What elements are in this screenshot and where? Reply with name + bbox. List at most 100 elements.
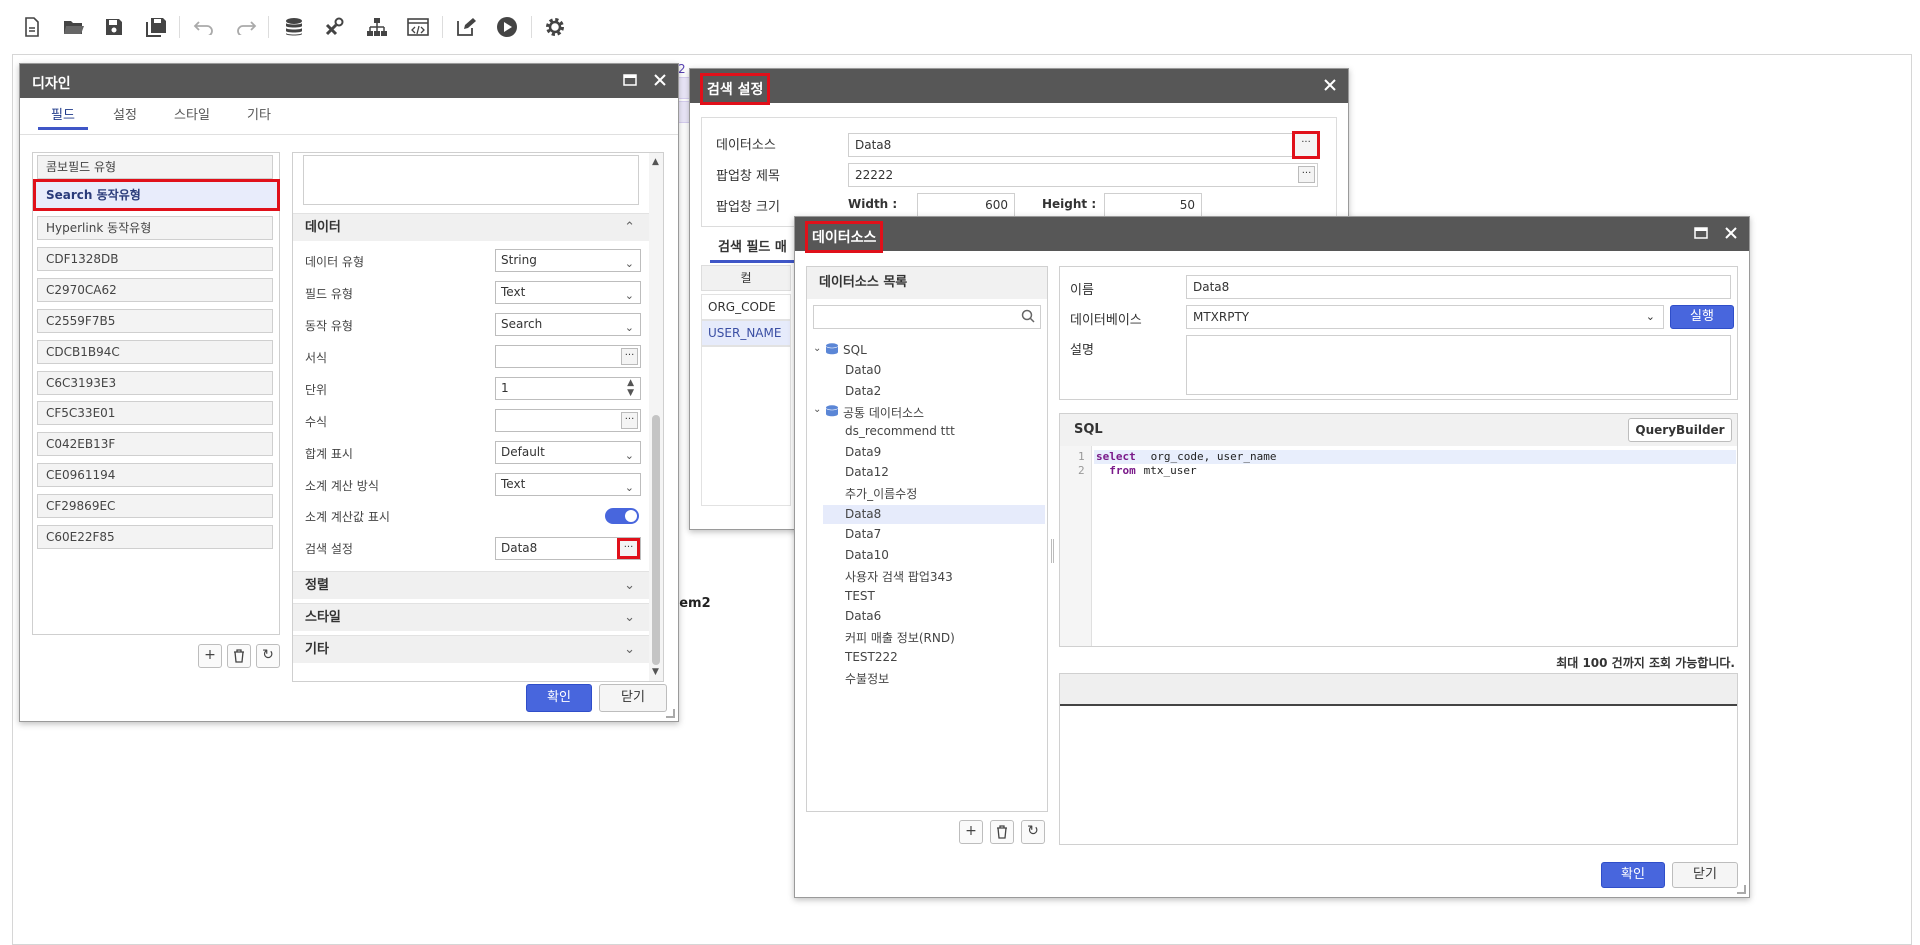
- splitter-handle[interactable]: [1051, 539, 1054, 563]
- sql-editor[interactable]: 1 select org_code, user_name 2 from mtx_…: [1060, 450, 1736, 490]
- section-data-header[interactable]: 데이터 ⌃: [293, 213, 649, 241]
- edit-icon[interactable]: [453, 14, 479, 40]
- list-item[interactable]: CF29869EC: [37, 494, 273, 518]
- search-icon[interactable]: [1021, 308, 1035, 330]
- scroll-down-icon[interactable]: ▼: [652, 667, 659, 677]
- tree-item[interactable]: TEST: [845, 589, 875, 603]
- tree-item[interactable]: ds_recommend ttt: [845, 424, 955, 438]
- tree-item[interactable]: 수불정보: [845, 670, 889, 687]
- tab-etc[interactable]: 기타: [234, 104, 284, 130]
- tree-item[interactable]: Data2: [845, 384, 881, 398]
- list-item[interactable]: 콤보필드 유형: [37, 155, 273, 179]
- list-item[interactable]: CF5C33E01: [37, 401, 273, 425]
- more-icon[interactable]: ···: [621, 412, 638, 429]
- tab-settings[interactable]: 설정: [100, 104, 150, 130]
- action-type-select[interactable]: Search ⌄: [495, 313, 641, 336]
- subtotal-toggle[interactable]: [605, 508, 639, 524]
- tree-group-label[interactable]: 공통 데이터소스: [843, 404, 924, 421]
- tab-search-field-mapping[interactable]: 검색 필드 매: [710, 235, 800, 263]
- list-item[interactable]: C042EB13F: [37, 432, 273, 456]
- close-icon[interactable]: [1723, 225, 1741, 243]
- field-type-select[interactable]: Text ⌄: [495, 281, 641, 304]
- list-item[interactable]: CE0961194: [37, 463, 273, 487]
- scroll-up-icon[interactable]: ▲: [652, 157, 659, 167]
- tree-item[interactable]: 추가_이름수정: [845, 485, 917, 502]
- datasource-search-input[interactable]: [813, 305, 1041, 329]
- database-select[interactable]: MTXRPTY ⌄: [1186, 305, 1664, 329]
- tree-item[interactable]: Data9: [845, 445, 881, 459]
- save-icon[interactable]: [101, 14, 127, 40]
- design-close-button[interactable]: 닫기: [599, 684, 667, 712]
- unit-stepper[interactable]: 1 ▲ ▼: [495, 377, 641, 400]
- close-icon[interactable]: [652, 72, 670, 90]
- formula-input[interactable]: ···: [495, 409, 641, 432]
- search-setting-input[interactable]: Data8 ···: [495, 537, 641, 560]
- chevron-down-icon[interactable]: ⌄: [813, 343, 821, 354]
- maximize-icon[interactable]: [622, 72, 640, 90]
- stepper-icon[interactable]: ▲ ▼: [627, 378, 634, 398]
- description-textarea[interactable]: [1186, 335, 1731, 395]
- list-item[interactable]: CDF1328DB: [37, 247, 273, 271]
- tree-item[interactable]: Data10: [845, 548, 889, 562]
- list-item[interactable]: C2559F7B5: [37, 309, 273, 333]
- list-item[interactable]: C60E22F85: [37, 525, 273, 549]
- tab-style[interactable]: 스타일: [162, 104, 222, 130]
- tools-icon[interactable]: [322, 14, 348, 40]
- section-etc-header[interactable]: 기타 ⌄: [293, 635, 649, 663]
- tree-item[interactable]: Data6: [845, 609, 881, 623]
- save-all-icon[interactable]: [143, 14, 169, 40]
- datasource-ok-button[interactable]: 확인: [1601, 862, 1665, 888]
- sum-display-select[interactable]: Default ⌄: [495, 441, 641, 464]
- tree-group-label[interactable]: SQL: [843, 343, 867, 357]
- more-icon[interactable]: ···: [617, 538, 640, 559]
- table-row[interactable]: ORG_CODE: [701, 294, 791, 320]
- name-input[interactable]: Data8: [1186, 275, 1731, 299]
- property-textarea[interactable]: [303, 155, 639, 205]
- list-item[interactable]: CDCB1B94C: [37, 340, 273, 364]
- list-item-selected[interactable]: Search 동작유형: [33, 179, 280, 211]
- chevron-down-icon[interactable]: ⌄: [813, 404, 821, 415]
- maximize-icon[interactable]: [1693, 225, 1711, 243]
- more-icon[interactable]: ···: [621, 348, 638, 365]
- tree-item[interactable]: Data12: [845, 465, 889, 479]
- section-style-header[interactable]: 스타일 ⌄: [293, 603, 649, 631]
- query-builder-button[interactable]: QueryBuilder: [1628, 418, 1732, 442]
- tree-item[interactable]: 커피 매출 정보(RND): [845, 629, 955, 646]
- tree-item[interactable]: TEST222: [845, 650, 898, 664]
- add-icon[interactable]: +: [959, 820, 983, 844]
- new-file-icon[interactable]: [19, 14, 45, 40]
- popup-title-input[interactable]: 22222 ···: [848, 163, 1318, 187]
- refresh-icon[interactable]: ↻: [256, 644, 280, 668]
- redo-icon[interactable]: [233, 14, 259, 40]
- tree-item[interactable]: Data0: [845, 363, 881, 377]
- hierarchy-icon[interactable]: [364, 14, 390, 40]
- design-ok-button[interactable]: 확인: [526, 684, 592, 712]
- list-item[interactable]: Hyperlink 동작유형: [37, 216, 273, 240]
- resize-handle[interactable]: [666, 709, 675, 718]
- list-item[interactable]: C6C3193E3: [37, 371, 273, 395]
- more-icon[interactable]: ···: [1298, 166, 1315, 183]
- height-input[interactable]: 50: [1104, 193, 1202, 217]
- tree-item-selected[interactable]: Data8: [845, 507, 881, 521]
- database-icon[interactable]: [281, 14, 307, 40]
- tree-item[interactable]: Data7: [845, 527, 881, 541]
- delete-icon[interactable]: [227, 644, 251, 668]
- close-icon[interactable]: [1322, 77, 1340, 95]
- scroll-thumb[interactable]: [652, 415, 660, 665]
- table-row-selected[interactable]: USER_NAME: [701, 320, 791, 346]
- more-icon[interactable]: ···: [1292, 131, 1320, 159]
- subtotal-method-select[interactable]: Text ⌄: [495, 473, 641, 496]
- run-button[interactable]: 실행: [1670, 305, 1734, 329]
- refresh-icon[interactable]: ↻: [1021, 820, 1045, 844]
- run-icon[interactable]: [494, 14, 520, 40]
- code-window-icon[interactable]: [405, 14, 431, 40]
- datasource-close-button[interactable]: 닫기: [1672, 862, 1738, 888]
- datasource-input[interactable]: Data8 ···: [848, 131, 1320, 159]
- add-icon[interactable]: +: [198, 644, 222, 668]
- delete-icon[interactable]: [990, 820, 1014, 844]
- format-input[interactable]: ···: [495, 345, 641, 368]
- scrollbar[interactable]: ▲ ▼: [649, 153, 663, 681]
- settings-icon[interactable]: [542, 14, 568, 40]
- resize-handle[interactable]: [1737, 885, 1746, 894]
- tab-field[interactable]: 필드: [38, 104, 88, 130]
